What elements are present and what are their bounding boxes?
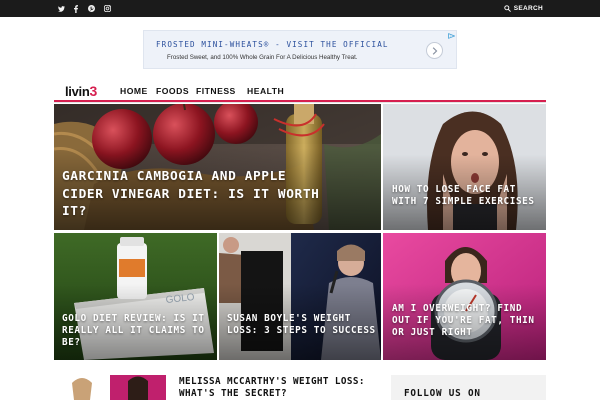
article-title-overweight[interactable]: AM I OVERWEIGHT? FIND OUT IF YOU'RE FAT,… (392, 303, 542, 340)
top-bar: SEARCH (0, 0, 600, 17)
article-image-face-fat (383, 104, 546, 230)
article-title-melissa[interactable]: MELISSA MCCARTHY'S WEIGHT LOSS: WHAT'S T… (179, 376, 379, 400)
article-tile-golo[interactable]: GOLO GOLO DIET REVIEW: IS IT REALLY ALL … (54, 233, 217, 360)
nav-foods[interactable]: FOODS (156, 86, 189, 96)
article-image-overweight (383, 233, 546, 360)
instagram-icon[interactable] (100, 0, 114, 17)
nav-divider-shadow (54, 102, 546, 103)
search-label: SEARCH (513, 5, 543, 12)
adchoices-icon[interactable]: i (447, 32, 455, 39)
article-title-face-fat[interactable]: HOW TO LOSE FACE FAT WITH 7 SIMPLE EXERC… (392, 184, 542, 208)
article-tile-susan-boyle[interactable]: SUSAN BOYLE'S WEIGHT LOSS: 3 STEPS TO SU… (219, 233, 381, 360)
nav-health[interactable]: HEALTH (247, 86, 284, 96)
ad-banner[interactable]: FROSTED MINI-WHEATS® - VISIT THE OFFICIA… (143, 30, 457, 69)
article-image-susan-boyle (219, 233, 381, 360)
site-logo[interactable]: livin 3 (65, 83, 97, 99)
follow-us-title: FOLLOW US ON (404, 388, 481, 399)
ad-description: Frosted Sweet, and 100% Whole Grain For … (167, 54, 358, 61)
article-title-golo[interactable]: GOLO DIET REVIEW: IS IT REALLY ALL IT CL… (62, 313, 214, 350)
search-button[interactable]: SEARCH (504, 0, 543, 17)
logo-text: livin (65, 84, 90, 99)
article-tile-overweight[interactable]: AM I OVERWEIGHT? FIND OUT IF YOU'RE FAT,… (383, 233, 546, 360)
ad-title[interactable]: FROSTED MINI-WHEATS® - VISIT THE OFFICIA… (156, 40, 389, 49)
ad-next-button[interactable] (426, 42, 443, 59)
facebook-icon[interactable] (69, 0, 83, 17)
article-tile-face-fat[interactable]: HOW TO LOSE FACE FAT WITH 7 SIMPLE EXERC… (383, 104, 546, 230)
chevron-right-icon (432, 46, 438, 55)
nav-fitness[interactable]: FITNESS (196, 86, 236, 96)
twitter-icon[interactable] (54, 0, 68, 17)
article-title-susan-boyle[interactable]: SUSAN BOYLE'S WEIGHT LOSS: 3 STEPS TO SU… (227, 313, 377, 337)
article-thumbnail-melissa[interactable] (54, 375, 166, 400)
logo-accent: 3 (89, 83, 98, 99)
article-title-garcinia[interactable]: GARCINIA CAMBOGIA AND APPLE CIDER VINEGA… (62, 168, 322, 221)
search-icon (504, 5, 511, 12)
follow-us-widget: FOLLOW US ON (391, 375, 546, 400)
article-tile-garcinia[interactable]: GARCINIA CAMBOGIA AND APPLE CIDER VINEGA… (54, 104, 381, 230)
nav-home[interactable]: HOME (120, 86, 148, 96)
pinterest-icon[interactable] (84, 0, 98, 17)
